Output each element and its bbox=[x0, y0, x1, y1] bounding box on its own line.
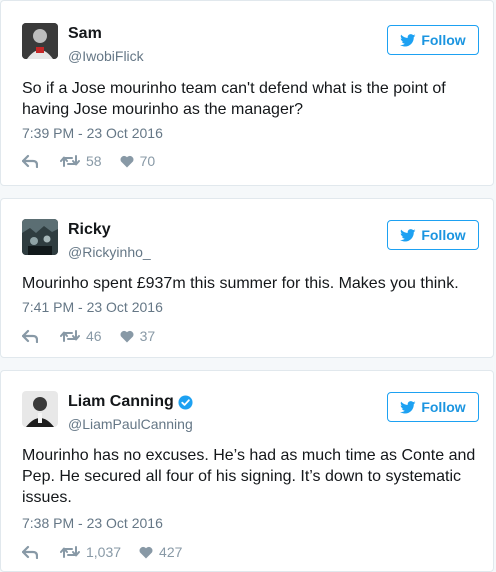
user-handle[interactable]: @IwobiFlick bbox=[68, 48, 144, 64]
display-name[interactable]: Ricky bbox=[68, 221, 111, 239]
like-count: 427 bbox=[159, 544, 183, 560]
display-name[interactable]: Liam Canning bbox=[68, 393, 193, 411]
like-count: 70 bbox=[139, 153, 156, 169]
user-handle[interactable]: @LiamPaulCanning bbox=[68, 416, 193, 432]
heart-icon bbox=[120, 155, 134, 168]
retweet-button[interactable]: 1,037 bbox=[60, 544, 121, 560]
tweet-actions: 1,037 427 bbox=[22, 544, 182, 560]
tweet-stack: Sam @IwobiFlick Follow So if a Jose mour… bbox=[0, 0, 496, 572]
tweet-card: Ricky @Rickyinho_ Follow Mourinho spent … bbox=[0, 198, 494, 358]
verified-badge-icon bbox=[178, 394, 193, 410]
heart-icon bbox=[139, 546, 153, 559]
avatar[interactable] bbox=[22, 23, 58, 59]
tweet-card: Liam Canning @LiamPaulCanning Follow Mou… bbox=[0, 370, 494, 572]
display-name-text[interactable]: Liam Canning bbox=[68, 393, 174, 411]
retweet-button[interactable]: 58 bbox=[60, 153, 102, 169]
reply-button[interactable] bbox=[22, 154, 38, 168]
heart-icon bbox=[120, 330, 134, 343]
follow-button-label: Follow bbox=[421, 399, 466, 415]
twitter-bird-icon bbox=[400, 33, 416, 47]
tweet-timestamp[interactable]: 7:38 PM - 23 Oct 2016 bbox=[22, 515, 163, 531]
retweet-count: 46 bbox=[86, 328, 102, 344]
reply-icon bbox=[22, 545, 38, 559]
tweet-timestamp[interactable]: 7:39 PM - 23 Oct 2016 bbox=[22, 125, 163, 141]
like-button[interactable]: 427 bbox=[139, 544, 182, 560]
display-name-text[interactable]: Sam bbox=[68, 25, 102, 43]
twitter-bird-icon bbox=[400, 228, 416, 242]
tweet-card: Sam @IwobiFlick Follow So if a Jose mour… bbox=[0, 0, 494, 186]
avatar[interactable] bbox=[22, 391, 58, 427]
tweet-timestamp[interactable]: 7:41 PM - 23 Oct 2016 bbox=[22, 299, 163, 315]
retweet-icon bbox=[60, 154, 80, 168]
tweet-actions: 46 37 bbox=[22, 328, 155, 344]
retweet-icon bbox=[60, 329, 80, 343]
twitter-bird-icon bbox=[400, 400, 416, 414]
like-button[interactable]: 70 bbox=[120, 153, 156, 169]
tweet-text: Mourinho has no excuses. He’s had as muc… bbox=[22, 447, 476, 506]
like-button[interactable]: 37 bbox=[120, 328, 156, 344]
follow-button-label: Follow bbox=[421, 32, 466, 48]
follow-button[interactable]: Follow bbox=[387, 392, 479, 422]
tweet-text: Mourinho spent £937m this summer for thi… bbox=[22, 275, 459, 292]
follow-button[interactable]: Follow bbox=[387, 220, 479, 250]
tweet-text: So if a Jose mourinho team can't defend … bbox=[22, 80, 446, 118]
tweet-actions: 58 70 bbox=[22, 153, 155, 169]
like-count: 37 bbox=[139, 328, 156, 344]
retweet-count: 1,037 bbox=[86, 544, 122, 560]
retweet-icon bbox=[60, 545, 80, 559]
follow-button-label: Follow bbox=[421, 227, 466, 243]
reply-icon bbox=[22, 154, 38, 168]
reply-button[interactable] bbox=[22, 329, 38, 343]
reply-button[interactable] bbox=[22, 545, 38, 559]
avatar[interactable] bbox=[22, 219, 58, 255]
user-handle[interactable]: @Rickyinho_ bbox=[68, 244, 151, 260]
retweet-button[interactable]: 46 bbox=[60, 328, 102, 344]
display-name-text[interactable]: Ricky bbox=[68, 221, 111, 239]
retweet-count: 58 bbox=[86, 153, 102, 169]
reply-icon bbox=[22, 329, 38, 343]
display-name[interactable]: Sam bbox=[68, 25, 102, 43]
follow-button[interactable]: Follow bbox=[387, 25, 479, 55]
